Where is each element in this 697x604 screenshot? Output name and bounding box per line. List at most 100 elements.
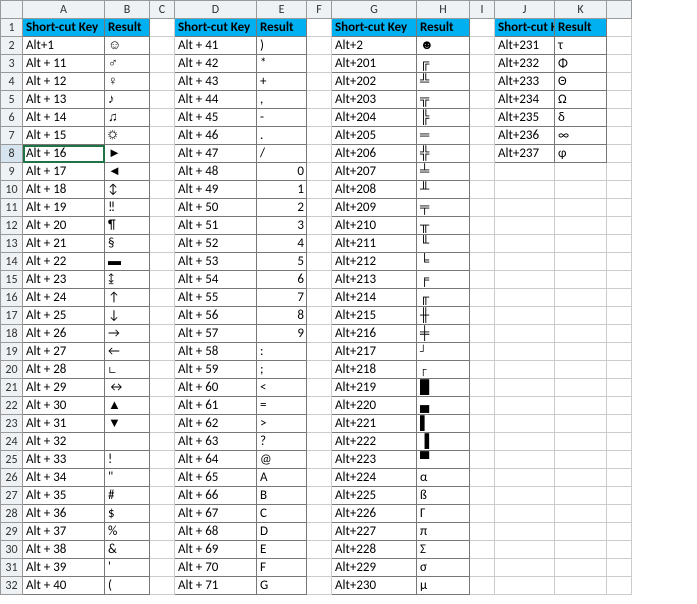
col-header-D[interactable]: D: [175, 1, 257, 19]
cell-J26[interactable]: [495, 469, 555, 487]
row-header-15[interactable]: 15: [1, 271, 23, 289]
cell-C8[interactable]: [150, 145, 175, 163]
cell-A9[interactable]: Alt + 17: [23, 163, 105, 181]
cell-C12[interactable]: [150, 217, 175, 235]
cell-I26[interactable]: [470, 469, 495, 487]
cell-E27[interactable]: B: [257, 487, 307, 505]
cell-E2[interactable]: ): [257, 37, 307, 55]
cell-A23[interactable]: Alt + 31: [23, 415, 105, 433]
cell-A29[interactable]: Alt + 37: [23, 523, 105, 541]
cell-I23[interactable]: [470, 415, 495, 433]
cell-C26[interactable]: [150, 469, 175, 487]
cell-I28[interactable]: [470, 505, 495, 523]
cell-G25[interactable]: Alt+223: [332, 451, 417, 469]
cell-D22[interactable]: Alt + 61: [175, 397, 257, 415]
row-header-20[interactable]: 20: [1, 361, 23, 379]
cell-K10[interactable]: [555, 181, 607, 199]
cell-E1[interactable]: Result: [257, 19, 307, 37]
cell-F10[interactable]: [307, 181, 332, 199]
cell-C2[interactable]: [150, 37, 175, 55]
cell-G20[interactable]: Alt+218: [332, 361, 417, 379]
cell-C5[interactable]: [150, 91, 175, 109]
cell-F18[interactable]: [307, 325, 332, 343]
cell-K21[interactable]: [555, 379, 607, 397]
cell-B32[interactable]: (: [105, 577, 150, 595]
cell-G9[interactable]: Alt+207: [332, 163, 417, 181]
cell-H27[interactable]: ß: [417, 487, 470, 505]
cell-D13[interactable]: Alt + 52: [175, 235, 257, 253]
cell-E17[interactable]: 8: [257, 307, 307, 325]
cell-A31[interactable]: Alt + 39: [23, 559, 105, 577]
row-header-22[interactable]: 22: [1, 397, 23, 415]
cell-I9[interactable]: [470, 163, 495, 181]
cell-A15[interactable]: Alt + 23: [23, 271, 105, 289]
cell-I3[interactable]: [470, 55, 495, 73]
cell-J24[interactable]: [495, 433, 555, 451]
cell-C11[interactable]: [150, 199, 175, 217]
cell-A25[interactable]: Alt + 33: [23, 451, 105, 469]
cell-C10[interactable]: [150, 181, 175, 199]
cell-G29[interactable]: Alt+227: [332, 523, 417, 541]
cell-J3[interactable]: Alt+232: [495, 55, 555, 73]
cell-K22[interactable]: [555, 397, 607, 415]
col-header-C[interactable]: C: [150, 1, 175, 19]
cell-B21[interactable]: ↔: [105, 379, 150, 397]
cell-A26[interactable]: Alt + 34: [23, 469, 105, 487]
cell-H1[interactable]: Result: [417, 19, 470, 37]
cell-K32[interactable]: [555, 577, 607, 595]
cell-H13[interactable]: ╙: [417, 235, 470, 253]
cell-H12[interactable]: ╥: [417, 217, 470, 235]
cell-A20[interactable]: Alt + 28: [23, 361, 105, 379]
cell-F13[interactable]: [307, 235, 332, 253]
cell-K13[interactable]: [555, 235, 607, 253]
cell-B23[interactable]: ▼: [105, 415, 150, 433]
cell-A22[interactable]: Alt + 30: [23, 397, 105, 415]
cell-J7[interactable]: Alt+236: [495, 127, 555, 145]
cell-I21[interactable]: [470, 379, 495, 397]
row-header-27[interactable]: 27: [1, 487, 23, 505]
row-header-14[interactable]: 14: [1, 253, 23, 271]
spreadsheet-grid[interactable]: ABCDEFGHIJK1Short-cut KeyResultShort-cut…: [0, 0, 632, 595]
cell-D8[interactable]: Alt + 47: [175, 145, 257, 163]
cell-C6[interactable]: [150, 109, 175, 127]
cell-D25[interactable]: Alt + 64: [175, 451, 257, 469]
cell-E13[interactable]: 4: [257, 235, 307, 253]
cell-B17[interactable]: ↓: [105, 307, 150, 325]
cell-A12[interactable]: Alt + 20: [23, 217, 105, 235]
cell-G8[interactable]: Alt+206: [332, 145, 417, 163]
cell-F5[interactable]: [307, 91, 332, 109]
cell-B10[interactable]: ↕: [105, 181, 150, 199]
row-header-21[interactable]: 21: [1, 379, 23, 397]
cell-C24[interactable]: [150, 433, 175, 451]
cell-C19[interactable]: [150, 343, 175, 361]
cell-G16[interactable]: Alt+214: [332, 289, 417, 307]
cell-E30[interactable]: E: [257, 541, 307, 559]
cell-H21[interactable]: █: [417, 379, 470, 397]
cell-H7[interactable]: ═: [417, 127, 470, 145]
cell-E5[interactable]: ,: [257, 91, 307, 109]
cell-K3[interactable]: Φ: [555, 55, 607, 73]
cell-G30[interactable]: Alt+228: [332, 541, 417, 559]
cell-K9[interactable]: [555, 163, 607, 181]
cell-E20[interactable]: ;: [257, 361, 307, 379]
col-header-B[interactable]: B: [105, 1, 150, 19]
cell-D4[interactable]: Alt + 43: [175, 73, 257, 91]
cell-F21[interactable]: [307, 379, 332, 397]
cell-I20[interactable]: [470, 361, 495, 379]
cell-D9[interactable]: Alt + 48: [175, 163, 257, 181]
cell-I15[interactable]: [470, 271, 495, 289]
cell-J4[interactable]: Alt+233: [495, 73, 555, 91]
cell-G24[interactable]: Alt+222: [332, 433, 417, 451]
cell-D16[interactable]: Alt + 55: [175, 289, 257, 307]
cell-H17[interactable]: ╫: [417, 307, 470, 325]
cell-E23[interactable]: >: [257, 415, 307, 433]
cell-F25[interactable]: [307, 451, 332, 469]
cell-C23[interactable]: [150, 415, 175, 433]
cell-K24[interactable]: [555, 433, 607, 451]
cell-A18[interactable]: Alt + 26: [23, 325, 105, 343]
cell-E21[interactable]: <: [257, 379, 307, 397]
row-header-8[interactable]: 8: [1, 145, 23, 163]
cell-H30[interactable]: Σ: [417, 541, 470, 559]
cell-I1[interactable]: [470, 19, 495, 37]
cell-D31[interactable]: Alt + 70: [175, 559, 257, 577]
